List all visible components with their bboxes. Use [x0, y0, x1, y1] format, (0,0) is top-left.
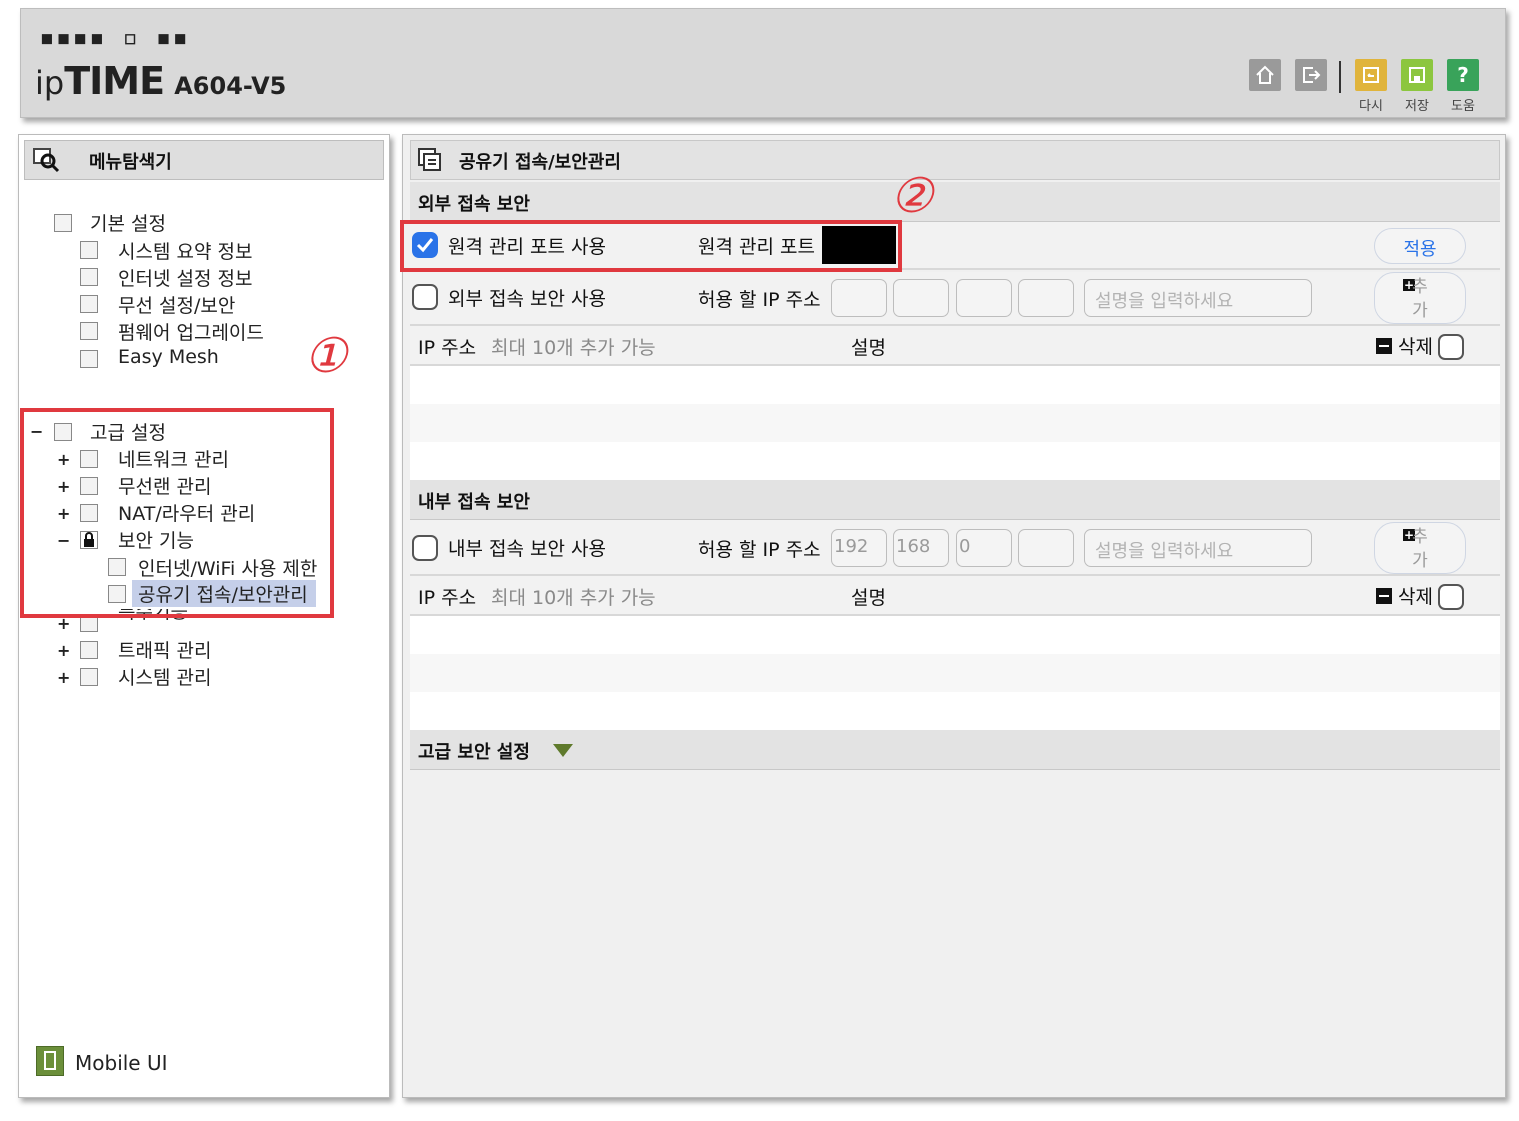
firmware-icon — [80, 322, 98, 340]
internal-ip-octet-4[interactable] — [1018, 529, 1074, 567]
mobile-icon[interactable] — [36, 1046, 64, 1076]
brand-logo: ipTIME A604-V5 — [35, 59, 286, 103]
home-icon[interactable] — [1249, 59, 1281, 91]
logout-icon[interactable] — [1295, 59, 1327, 91]
external-ip-octet-4[interactable] — [1018, 279, 1074, 317]
system-icon — [80, 668, 98, 686]
internal-ip-octet-1[interactable]: 192 — [831, 529, 887, 567]
internal-desc-input[interactable]: 설명을 입력하세요 — [1084, 529, 1312, 567]
external-add-label: 추가 — [1412, 277, 1428, 321]
internal-section-header: 내부 접속 보안 — [410, 480, 1500, 520]
toolbar-divider — [1339, 61, 1341, 93]
advanced-security-header[interactable]: 고급 보안 설정 — [410, 730, 1500, 770]
brand-time: TIME — [64, 59, 165, 103]
external-desc-column: 설명 — [851, 337, 886, 359]
internal-delete-all-checkbox[interactable] — [1438, 584, 1464, 610]
external-allow-ip-label: 허용 할 IP 주소 — [698, 289, 821, 311]
tree-internet-settings[interactable]: 인터넷 설정 정보 — [118, 264, 252, 291]
tree-basic-settings[interactable]: 기본 설정 — [90, 209, 166, 236]
external-delete-label: 삭제 — [1398, 336, 1433, 358]
help-icon[interactable]: ? — [1447, 59, 1479, 91]
brand-logo-top: ▪▪▪▪ ▫ ▪▪ — [39, 23, 189, 53]
tree-wireless-security[interactable]: 무선 설정/보안 — [118, 291, 235, 318]
folder-basic-icon — [54, 214, 72, 232]
external-list-area — [410, 404, 1500, 442]
external-security-checkbox[interactable] — [412, 284, 438, 310]
external-section-header: 외부 접속 보안 — [410, 182, 1500, 222]
external-ip-octet-2[interactable] — [893, 279, 949, 317]
external-list-area — [410, 442, 1500, 480]
advanced-security-title: 고급 보안 설정 — [418, 742, 530, 763]
internal-security-checkbox[interactable] — [412, 535, 438, 561]
internal-add-label: 추가 — [1412, 527, 1428, 571]
external-ip-octet-1[interactable] — [831, 279, 887, 317]
traffic-icon — [80, 641, 98, 659]
toggle-traffic[interactable]: + — [57, 641, 70, 660]
highlight-box-1 — [20, 408, 334, 618]
sidebar-title: 메뉴탐색기 — [89, 152, 172, 173]
expand-triangle-icon[interactable] — [552, 743, 574, 763]
annotation-2: ② — [890, 168, 934, 224]
minus-icon — [1376, 588, 1392, 604]
save-icon[interactable] — [1401, 59, 1433, 91]
restore-icon[interactable] — [1355, 59, 1387, 91]
restore-label: 다시 — [1359, 99, 1383, 114]
internal-list-area — [410, 692, 1500, 730]
internal-desc-column: 설명 — [851, 587, 886, 609]
apply-button[interactable]: 적용 — [1374, 228, 1466, 264]
header-bar: ▪▪▪▪ ▫ ▪▪ ipTIME A604-V5 ? 다시 저장 도움 — [20, 8, 1506, 118]
sidebar-header: 메뉴탐색기 — [24, 140, 384, 180]
external-ip-octet-3[interactable] — [956, 279, 1012, 317]
internal-allow-ip-label: 허용 할 IP 주소 — [698, 539, 821, 561]
tree-traffic-management[interactable]: 트래픽 관리 — [118, 636, 211, 663]
menu-search-icon — [33, 147, 61, 177]
internal-security-label: 내부 접속 보안 사용 — [448, 538, 606, 560]
external-list-area — [410, 366, 1500, 404]
external-max-note: 최대 10개 추가 가능 — [491, 337, 656, 359]
tree-system-summary[interactable]: 시스템 요약 정보 — [118, 237, 252, 264]
tree-system-management[interactable]: 시스템 관리 — [118, 663, 211, 690]
system-summary-icon — [80, 241, 98, 259]
external-ip-column: IP 주소 — [418, 337, 477, 359]
save-label: 저장 — [1405, 99, 1429, 114]
page-icon — [417, 147, 443, 177]
wireless-icon — [80, 295, 98, 313]
highlight-box-2 — [400, 220, 902, 272]
tree-easy-mesh[interactable]: Easy Mesh — [118, 346, 219, 368]
internal-list-area — [410, 654, 1500, 692]
external-delete-all-checkbox[interactable] — [1438, 334, 1464, 360]
internal-max-note: 최대 10개 추가 가능 — [491, 587, 656, 609]
main-header: 공유기 접속/보안관리 — [410, 140, 1500, 180]
external-add-button[interactable]: + 추가 — [1374, 272, 1466, 324]
internal-ip-octet-2[interactable]: 168 — [893, 529, 949, 567]
external-security-label: 외부 접속 보안 사용 — [448, 288, 606, 310]
toggle-system[interactable]: + — [57, 668, 70, 687]
internet-settings-icon — [80, 268, 98, 286]
external-desc-input[interactable]: 설명을 입력하세요 — [1084, 279, 1312, 317]
internal-ip-octet-3[interactable]: 0 — [956, 529, 1012, 567]
model-name: A604-V5 — [174, 72, 287, 100]
internal-ip-column: IP 주소 — [418, 587, 477, 609]
page-title: 공유기 접속/보안관리 — [459, 152, 621, 173]
help-label: 도움 — [1451, 99, 1475, 114]
internal-add-button[interactable]: + 추가 — [1374, 522, 1466, 574]
annotation-1: ① — [304, 328, 348, 384]
external-section-title: 외부 접속 보안 — [418, 194, 530, 215]
tree-firmware-upgrade[interactable]: 펌웨어 업그레이드 — [118, 318, 264, 345]
internal-delete-label: 삭제 — [1398, 586, 1433, 608]
brand-ip: ip — [35, 64, 65, 102]
mobile-ui-link[interactable]: Mobile UI — [75, 1051, 168, 1075]
internal-section-title: 내부 접속 보안 — [418, 492, 530, 513]
easy-mesh-icon — [80, 350, 98, 368]
internal-list-area — [410, 616, 1500, 654]
minus-icon — [1376, 338, 1392, 354]
